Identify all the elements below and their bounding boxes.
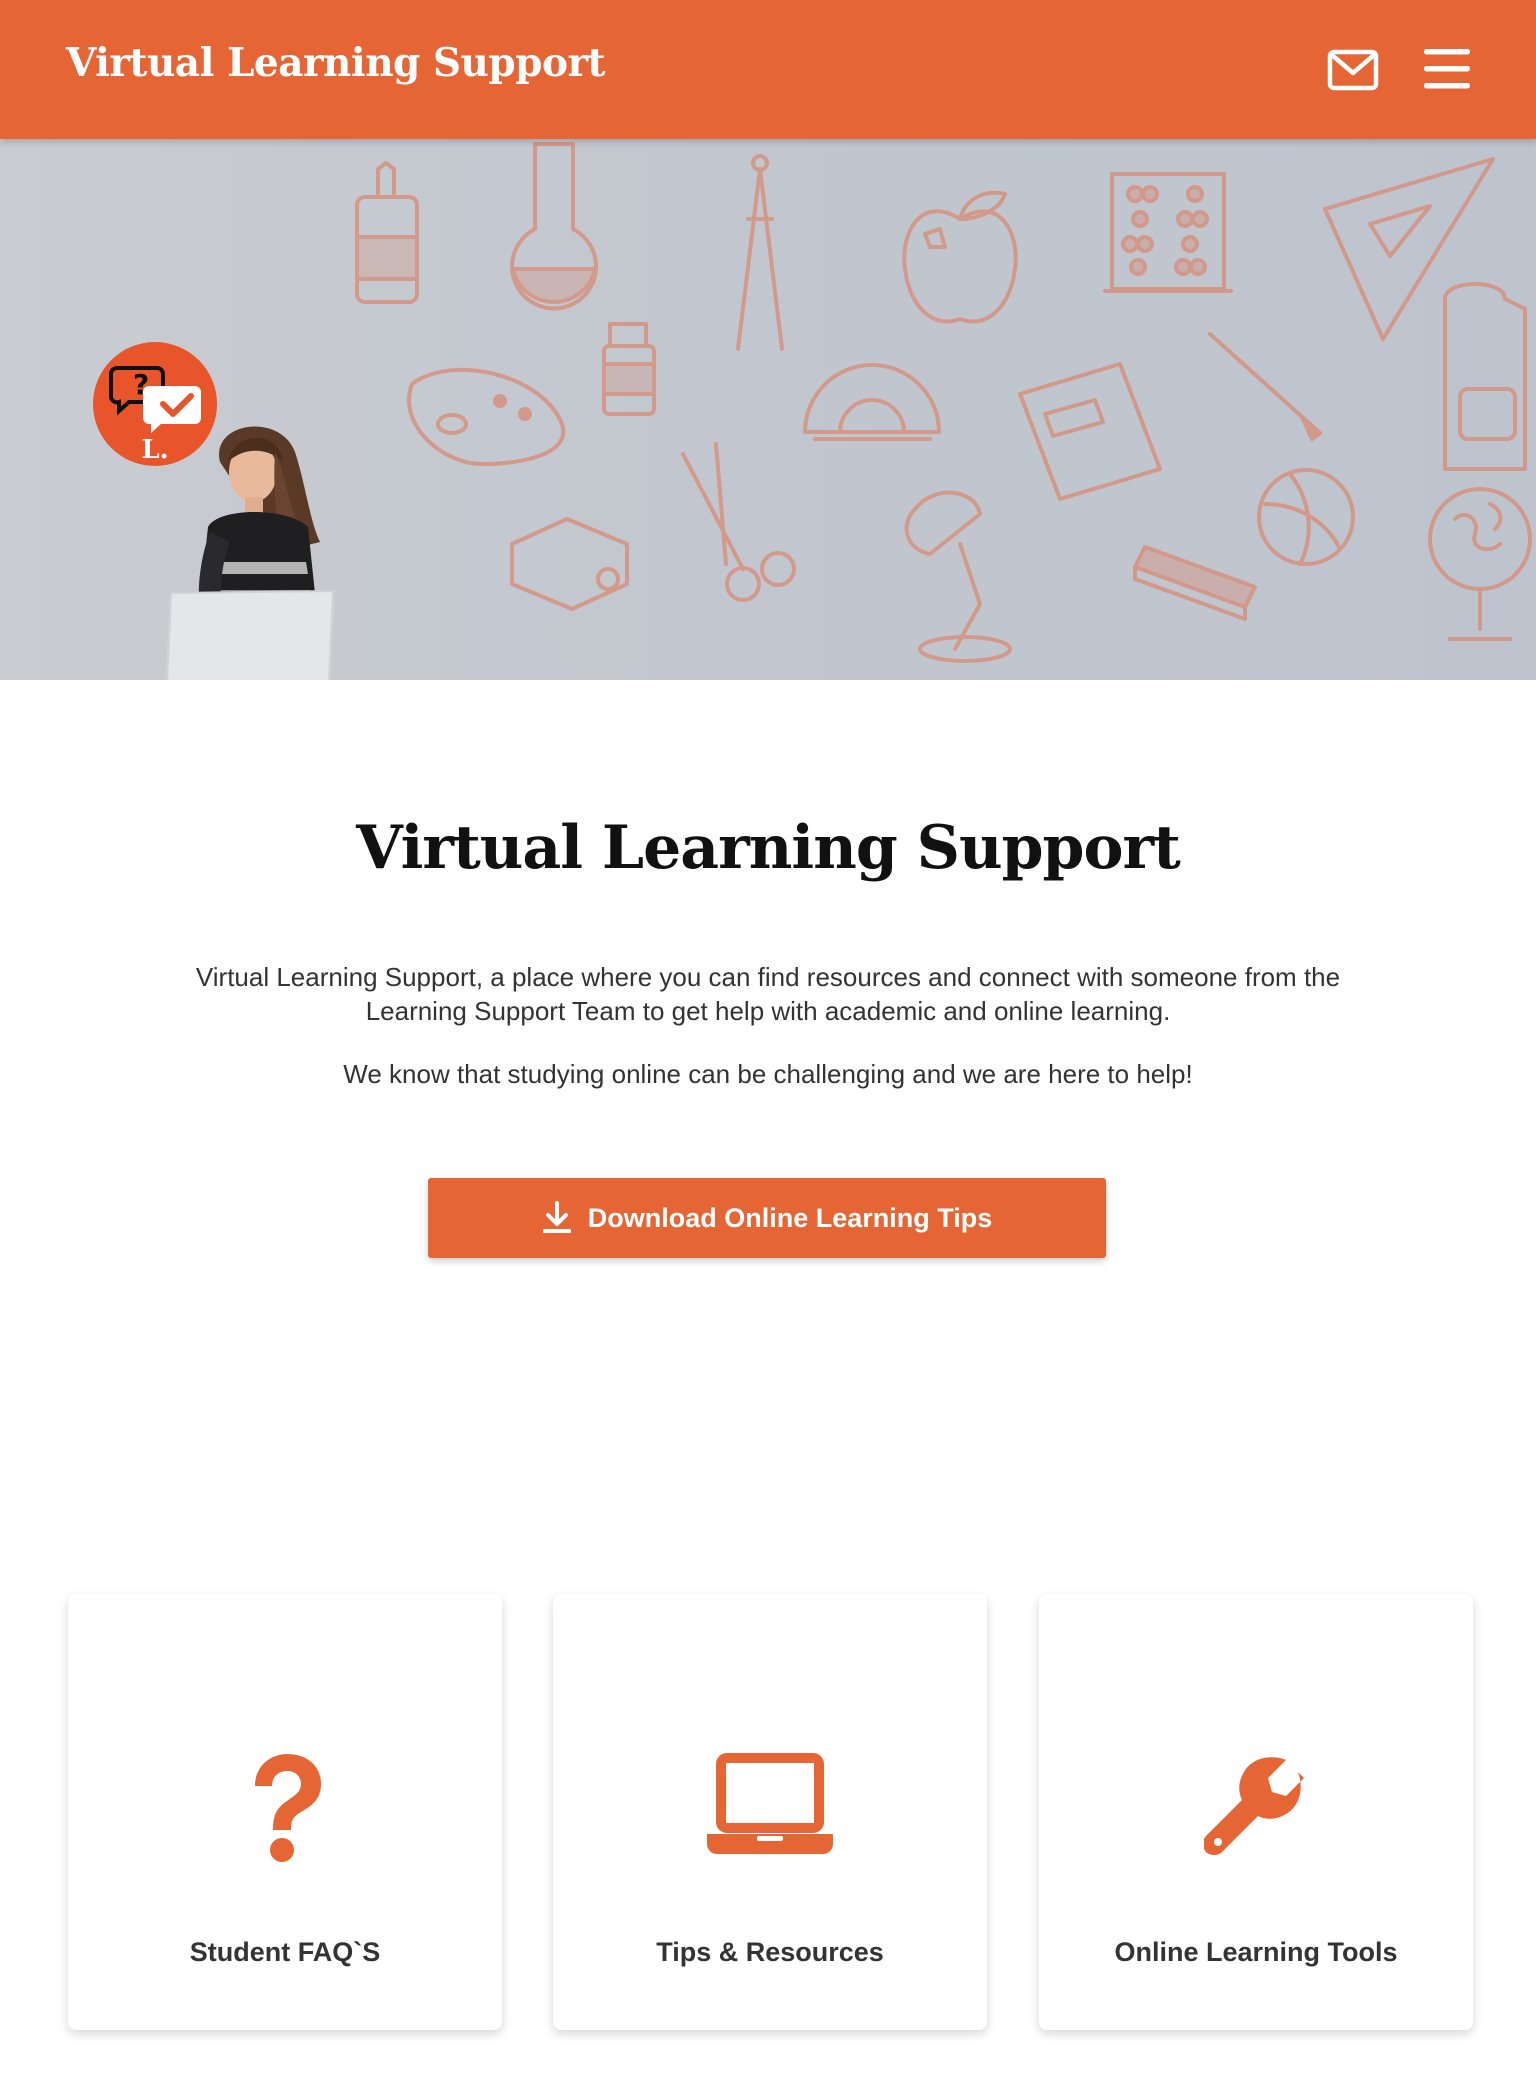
sharpener-doodle: [510, 517, 629, 611]
abacus-doodle: [1103, 172, 1233, 293]
card-student-faqs[interactable]: Student FAQ`S: [68, 1594, 502, 2030]
compass-doodle: [736, 154, 784, 351]
ball-doodle: [1257, 468, 1355, 566]
backpack-doodle: [1443, 282, 1527, 471]
set-square-doodle: [1323, 157, 1495, 341]
paint-brush-doodle: [1208, 332, 1322, 441]
question-mark-icon: [255, 1754, 321, 1862]
card-label: Tips & Resources: [656, 1937, 884, 1967]
laptop-icon: [707, 1753, 833, 1854]
protractor-doodle: [803, 363, 941, 441]
card-label: Online Learning Tools: [1114, 1937, 1398, 1967]
download-icon: [542, 1201, 571, 1233]
globe-doodle: [1428, 487, 1532, 641]
top-navigation-bar: Virtual Learning Support: [0, 0, 1536, 139]
glue-bottle-doodle: [355, 161, 419, 304]
site-title[interactable]: Virtual Learning Support: [66, 40, 606, 86]
virtual-learning-logo: ? L.: [93, 342, 217, 466]
download-tips-button[interactable]: Download Online Learning Tips: [428, 1178, 1106, 1258]
ink-bottle-doodle: [602, 322, 656, 416]
scissors-doodle: [681, 442, 796, 602]
wrench-icon: [1204, 1757, 1304, 1855]
mail-icon: [1327, 49, 1379, 91]
palette-doodle: [407, 367, 566, 466]
hero-banner: ? L.: [0, 139, 1536, 680]
page-title: Virtual Learning Support: [356, 813, 1181, 883]
card-tips-resources[interactable]: Tips & Resources: [553, 1594, 987, 2030]
eraser-doodle: [1133, 545, 1257, 621]
notebook-doodle: [1018, 362, 1162, 501]
download-button-label: Download Online Learning Tips: [587, 1202, 993, 1233]
card-online-learning-tools[interactable]: Online Learning Tools: [1039, 1594, 1473, 2030]
flask-doodle: [510, 142, 598, 311]
mail-button[interactable]: [1327, 48, 1379, 92]
intro-subparagraph: We know that studying online can be chal…: [343, 1059, 1193, 1089]
apple-doodle: [902, 190, 1018, 324]
logo-letter: L.: [141, 435, 168, 465]
desk-lamp-doodle: [904, 490, 1012, 663]
hamburger-menu-icon: [1424, 49, 1470, 89]
card-label: Student FAQ`S: [189, 1937, 381, 1967]
menu-button[interactable]: [1423, 47, 1471, 91]
intro-paragraph: Virtual Learning Support, a place where …: [195, 962, 1341, 1026]
